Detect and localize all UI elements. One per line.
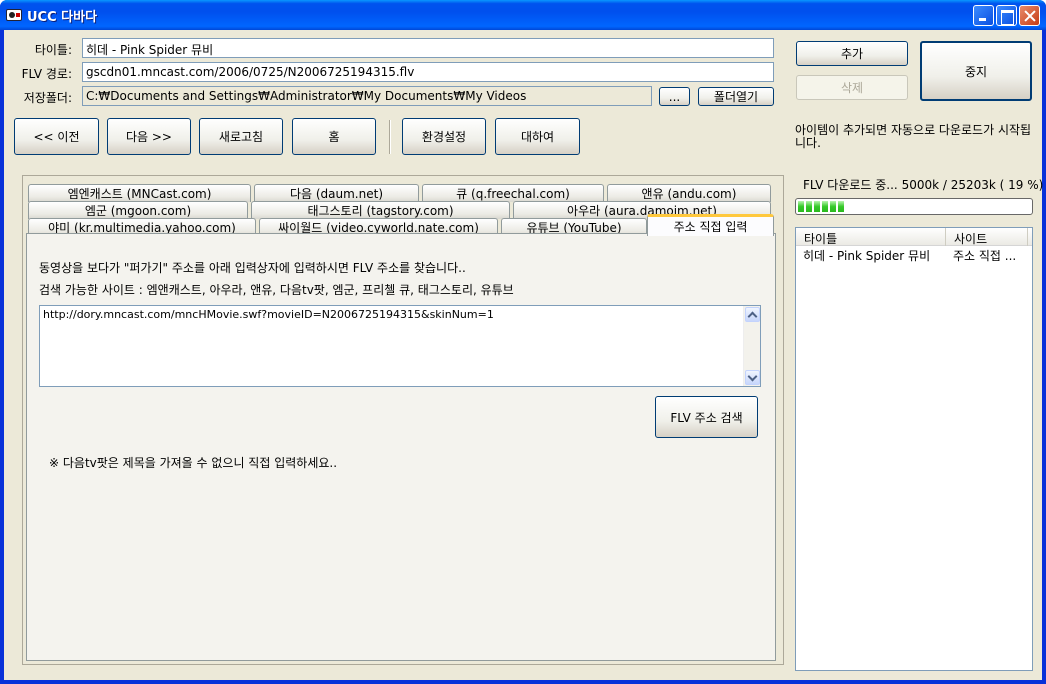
column-header-title[interactable]: 타이틀 — [796, 228, 946, 246]
progress-block — [798, 201, 804, 212]
progress-block — [814, 201, 820, 212]
auto-download-note: 아이템이 추가되면 자동으로 다운로드가 시작됩니다. — [795, 123, 1032, 150]
flv-search-button[interactable]: FLV 주소 검색 — [655, 396, 758, 438]
title-input[interactable]: 히데 - Pink Spider 뮤비 — [82, 38, 774, 58]
next-button[interactable]: 다음 >> — [107, 118, 191, 155]
tab-mgoon[interactable]: 엠군 (mgoon.com) — [28, 201, 248, 219]
close-button[interactable] — [1019, 5, 1040, 26]
tab-mncast[interactable]: 엠엔캐스트 (MNCast.com) — [28, 184, 251, 202]
progress-block — [806, 201, 812, 212]
progress-block — [830, 201, 836, 212]
open-folder-button[interactable]: 폴더열기 — [698, 87, 774, 106]
flv-path-label: FLV 경로: — [21, 67, 72, 81]
flv-path-input[interactable]: gscdn01.mncast.com/2006/0725/N2006725194… — [82, 62, 774, 82]
supported-sites-text: 검색 가능한 사이트 : 엠앤캐스트, 아우라, 앤유, 다음tv팟, 엠군, … — [39, 283, 514, 297]
title-label: 타이틀: — [34, 43, 72, 57]
column-header-site[interactable]: 사이트 — [946, 228, 1028, 246]
tab-tagstory[interactable]: 태그스토리 (tagstory.com) — [251, 201, 510, 219]
progress-block — [838, 201, 844, 212]
stop-button[interactable]: 중지 — [920, 41, 1032, 101]
download-queue-list[interactable]: 타이틀 사이트 히데 - Pink Spider 뮤비 주소 직접 ... — [795, 227, 1033, 671]
app-window: UCC 다바다 타이틀: FLV 경로: 저장폴더: 히데 - Pink Spi… — [0, 0, 1046, 684]
tab-freechal[interactable]: 큐 (q.freechal.com) — [422, 184, 604, 202]
tab-daum[interactable]: 다음 (daum.net) — [254, 184, 419, 202]
scroll-down-arrow-icon[interactable] — [745, 370, 760, 385]
home-button[interactable]: 홈 — [292, 118, 376, 155]
progress-block — [822, 201, 828, 212]
toolbar-separator — [389, 120, 391, 154]
tab-direct-input[interactable]: 주소 직접 입력 — [647, 214, 774, 236]
instruction-text: 동영상을 보다가 "퍼가기" 주소를 아래 입력상자에 입력하시면 FLV 주소… — [39, 261, 466, 275]
client-area: 타이틀: FLV 경로: 저장폴더: 히데 - Pink Spider 뮤비 g… — [4, 30, 1044, 680]
window-title: UCC 다바다 — [27, 10, 98, 25]
refresh-button[interactable]: 새로고침 — [199, 118, 283, 155]
save-folder-label: 저장폴더: — [23, 91, 72, 105]
queue-row[interactable]: 히데 - Pink Spider 뮤비 주소 직접 ... — [796, 247, 1032, 263]
title-bar[interactable]: UCC 다바다 — [0, 0, 1046, 30]
tab-andu[interactable]: 앤유 (andu.com) — [607, 184, 771, 202]
queue-row-site: 주소 직접 ... — [953, 249, 1017, 263]
add-button[interactable]: 추가 — [796, 41, 908, 66]
queue-row-title: 히데 - Pink Spider 뮤비 — [803, 249, 931, 263]
about-button[interactable]: 대하여 — [495, 118, 580, 155]
download-status-text: FLV 다운로드 중... 5000k / 25203k ( 19 %) — [803, 178, 1044, 192]
browse-folder-button[interactable]: ... — [659, 87, 690, 106]
download-progress-bar — [795, 198, 1033, 215]
maximize-button[interactable] — [996, 5, 1017, 26]
embed-url-textarea[interactable]: http://dory.mncast.com/mncHMovie.swf?mov… — [39, 305, 761, 387]
queue-header: 타이틀 사이트 — [796, 228, 1032, 246]
daum-note-text: ※ 다음tv팟은 제목을 가져올 수 없으니 직접 입력하세요.. — [49, 456, 338, 470]
textarea-scrollbar[interactable] — [743, 306, 760, 386]
delete-button[interactable]: 삭제 — [796, 75, 908, 100]
save-folder-input[interactable]: C:₩Documents and Settings₩Administrator₩… — [82, 86, 652, 106]
scroll-up-arrow-icon[interactable] — [745, 307, 760, 322]
settings-button[interactable]: 환경설정 — [402, 118, 486, 155]
embed-url-value: http://dory.mncast.com/mncHMovie.swf?mov… — [43, 308, 494, 321]
progress-fill — [798, 201, 1030, 212]
app-camera-icon — [6, 9, 22, 21]
prev-button[interactable]: << 이전 — [14, 118, 99, 155]
minimize-button[interactable] — [973, 5, 994, 26]
